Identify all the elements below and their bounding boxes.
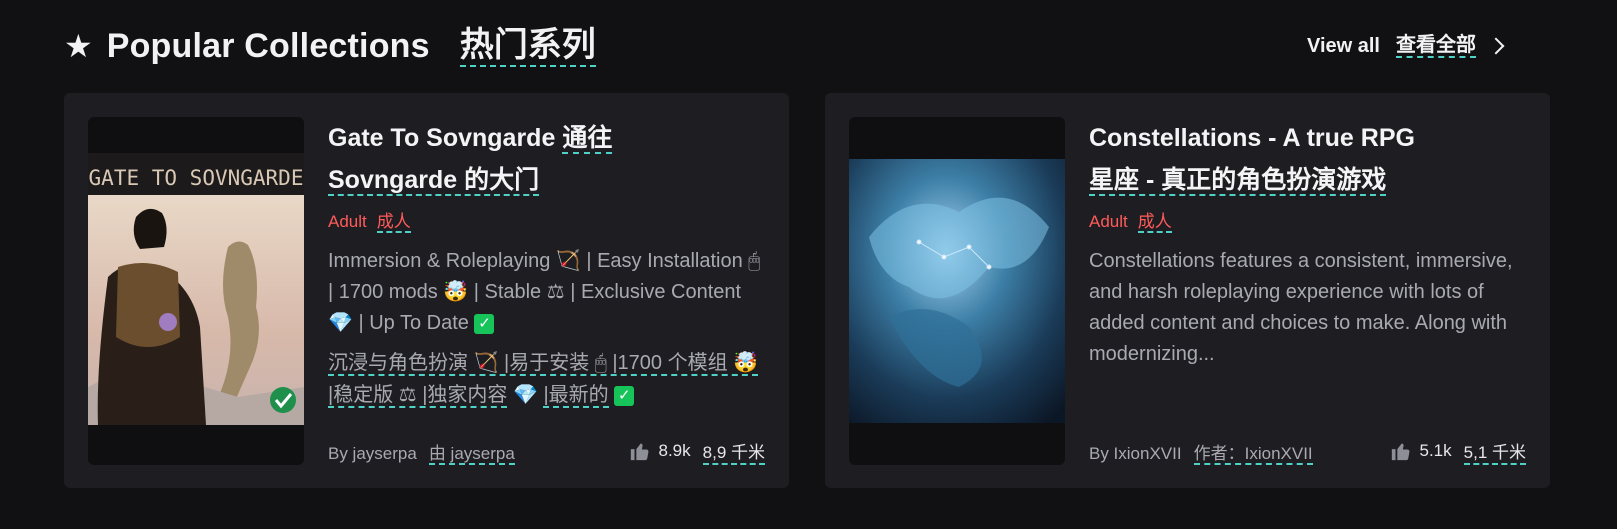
collection-author[interactable]: By jayserpa 由 jayserpa [328,439,515,465]
likes-count: 5.1k 5,1 千米 [1390,438,1526,465]
collection-title-text: Constellations - A true RPG [1089,124,1415,152]
likes-value: 8.9k [658,441,691,460]
collection-title-text: Gate To Sovngarde [328,124,556,152]
thumbnail-image: GATE TO SOVNGARDE [88,153,304,425]
author-translation: 由 jayserpa [428,443,515,465]
thumbnail-image [849,159,1065,423]
likes-value: 5.1k [1419,441,1452,460]
adult-tag-label: Adult [1089,212,1128,231]
collection-footer: By jayserpa 由 jayserpa 8.9k 8,9 千米 [328,438,765,465]
description-text-end: | Up To Date [358,312,469,334]
collection-description: Constellations features a consistent, im… [1089,250,1513,365]
view-all-translation: 查看全部 [1396,34,1476,58]
star-icon: ★ [64,28,93,64]
author-translation: 作者：IxionXVII [1193,443,1313,465]
collection-card-body: Constellations - A true RPG 星座 - 真正的角色扮演… [1089,117,1526,465]
gem-icon: 💎 [513,384,538,406]
description-text: Immersion & Roleplaying 🏹 | Easy Install… [328,250,761,303]
adult-tag: Adult 成人 [1089,207,1526,233]
checkmark-icon: ✓ [614,385,635,406]
section-header: ★ Popular Collections 热门系列 View all 查看全部 [64,22,1505,70]
collection-thumbnail[interactable]: GATE TO SOVNGARDE [88,117,304,465]
likes-translation: 5,1 千米 [1463,438,1526,465]
view-all-link[interactable]: View all 查看全部 [1306,34,1505,58]
section-title-group: ★ Popular Collections 热门系列 [64,25,596,67]
author-text: By IxionXVII [1089,443,1182,463]
thumbs-up-icon [1391,443,1409,461]
collection-title-translation: 星座 - 真正的角色扮演游戏 [1089,166,1387,196]
collection-title[interactable]: Constellations - A true RPG 星座 - 真正的角色扮演… [1089,117,1526,201]
collection-thumbnail[interactable] [849,117,1065,465]
section-title-translation: 热门系列 [459,25,596,67]
collection-card-gate-to-sovngarde[interactable]: GATE TO SOVNGARDE Gate To Sovngarde 通往 S… [64,93,789,488]
thumbnail-title: GATE TO SOVNGARDE [89,166,304,190]
collection-card-constellations[interactable]: Constellations - A true RPG 星座 - 真正的角色扮演… [825,93,1550,488]
collection-title-translation-2: Sovngarde 的大门 [328,166,540,196]
checkmark-icon: ✓ [474,313,495,334]
adult-tag-label: Adult [328,212,367,231]
section-title: Popular Collections [106,26,430,65]
collection-description-translation: 沉浸与角色扮演 🏹 |易于安装 🖱 |1700 个模组 🤯 |稳定版 ⚖ |独家… [328,347,765,411]
thumbs-up-icon [630,443,648,461]
likes-translation: 8,9 千米 [702,438,765,465]
adult-tag-translation: 成人 [1137,212,1172,233]
collection-title[interactable]: Gate To Sovngarde 通往 Sovngarde 的大门 [328,117,765,201]
description-translation-text-end: |最新的 [543,384,609,408]
collection-footer: By IxionXVII 作者：IxionXVII 5.1k 5,1 千米 [1089,438,1526,465]
collection-card-body: Gate To Sovngarde 通往 Sovngarde 的大门 Adult… [328,117,765,465]
adult-tag-translation: 成人 [376,212,411,233]
collection-author[interactable]: By IxionXVII 作者：IxionXVII [1089,439,1313,465]
chevron-right-icon [1487,37,1505,55]
gem-icon: 💎 [328,312,353,334]
author-text: By jayserpa [328,443,417,463]
view-all-label: View all [1306,34,1380,57]
collection-description: Immersion & Roleplaying 🏹 | Easy Install… [328,246,765,339]
adult-tag: Adult 成人 [328,207,765,233]
likes-count: 8.9k 8,9 千米 [629,438,765,465]
collection-title-translation: 通往 [562,124,613,154]
